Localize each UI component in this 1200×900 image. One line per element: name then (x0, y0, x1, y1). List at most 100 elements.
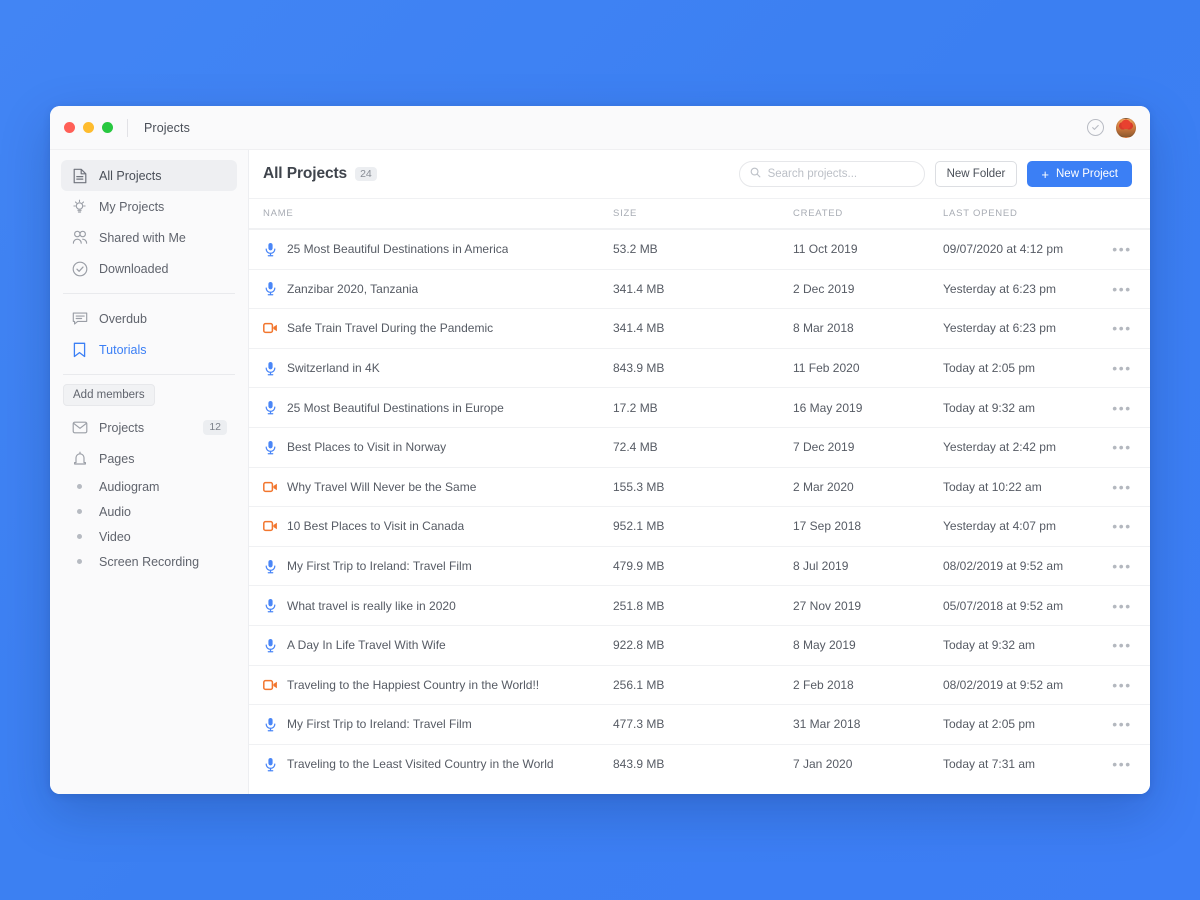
plus-icon: + (1041, 166, 1049, 182)
page-title: All Projects (263, 165, 348, 182)
sidebar-item-all-projects[interactable]: All Projects (61, 160, 237, 191)
table-row[interactable]: Why Travel Will Never be the Same 155.3 M… (249, 466, 1150, 507)
column-header-size[interactable]: SIZE (613, 208, 793, 219)
more-icon: ••• (1112, 676, 1132, 693)
close-button[interactable] (64, 122, 75, 133)
sidebar-item-label: Screen Recording (99, 554, 200, 569)
sidebar-item-screen-recording[interactable]: Screen Recording (61, 549, 237, 574)
row-menu-button[interactable]: ••• (1102, 638, 1142, 652)
search-input[interactable] (767, 168, 914, 180)
avatar[interactable] (1116, 117, 1136, 138)
titlebar-actions (1087, 117, 1136, 138)
add-members-button[interactable]: Add members (63, 384, 155, 406)
sidebar-tertiary-nav: Projects 12 Pages Audiogram Audio Video … (50, 412, 248, 574)
sidebar-item-video[interactable]: Video (61, 524, 237, 549)
row-menu-button[interactable]: ••• (1102, 361, 1142, 375)
microphone-icon (263, 440, 278, 455)
more-icon: ••• (1112, 558, 1132, 575)
column-header-name[interactable]: NAME (263, 208, 613, 219)
sidebar-item-downloaded[interactable]: Downloaded (61, 253, 237, 284)
video-icon (263, 322, 278, 334)
sidebar-item-audio[interactable]: Audio (61, 499, 237, 524)
cell-last-opened: Today at 2:05 pm (943, 361, 1036, 376)
project-count-badge: 24 (355, 166, 377, 182)
window-controls[interactable] (64, 122, 113, 133)
row-menu-button[interactable]: ••• (1102, 242, 1142, 256)
bell-icon (71, 450, 88, 467)
maximize-button[interactable] (102, 122, 113, 133)
row-menu-button[interactable]: ••• (1102, 519, 1142, 533)
bullet-icon (71, 509, 88, 514)
sidebar-item-overdub[interactable]: Overdub (61, 303, 237, 334)
more-icon: ••• (1112, 518, 1132, 535)
table-row[interactable]: Safe Train Travel During the Pandemic 341… (249, 308, 1150, 348)
cell-created: 8 Mar 2018 (793, 321, 854, 336)
more-icon: ••• (1112, 399, 1132, 416)
sidebar: All Projects My Projects Shared with Me (50, 150, 249, 794)
table-row[interactable]: Switzerland in 4K 843.9 MB 11 Feb 2020 Toda… (249, 347, 1150, 388)
row-menu-button[interactable]: ••• (1102, 480, 1142, 494)
row-menu-button[interactable]: ••• (1102, 717, 1142, 731)
sidebar-item-audiogram[interactable]: Audiogram (61, 474, 237, 499)
microphone-icon (263, 598, 278, 613)
search-box[interactable] (738, 161, 925, 187)
row-menu-button[interactable]: ••• (1102, 321, 1142, 335)
table-row[interactable]: 25 Most Beautiful Destinations in Americ… (249, 229, 1150, 269)
sidebar-item-pages[interactable]: Pages (61, 443, 237, 474)
microphone-icon (263, 361, 278, 376)
project-name: Zanzibar 2020, Tanzania (287, 281, 419, 296)
check-circle-icon[interactable] (1087, 119, 1104, 136)
column-header-created[interactable]: CREATED (793, 208, 943, 219)
table-row[interactable]: A Day In Life Travel With Wife 922.8 MB 8 … (249, 624, 1150, 665)
bullet-icon (71, 534, 88, 539)
cell-last-opened: Today at 10:22 am (943, 479, 1042, 494)
row-menu-button[interactable]: ••• (1102, 401, 1142, 415)
cell-name: 25 Most Beautiful Destinations in Europe (263, 400, 613, 415)
more-icon: ••• (1112, 716, 1132, 733)
project-name: A Day In Life Travel With Wife (287, 638, 446, 653)
cell-created: 27 Nov 2019 (793, 598, 862, 613)
cell-size: 922.8 MB (613, 638, 665, 653)
table-row[interactable]: 10 Best Places to Visit in Canada 952.1 M… (249, 506, 1150, 546)
table-row[interactable]: Best Places to Visit in Norway 72.4 MB 7 D… (249, 426, 1150, 467)
row-menu-button[interactable]: ••• (1102, 440, 1142, 454)
table-row[interactable]: 25 Most Beautiful Destinations in Europe… (249, 387, 1150, 427)
window-titlebar: Projects (50, 106, 1150, 150)
cell-size: 155.3 MB (613, 479, 665, 494)
new-project-button[interactable]: + New Project (1027, 161, 1132, 187)
sidebar-item-projects[interactable]: Projects 12 (61, 412, 237, 443)
table-row[interactable]: Traveling to the Least Visited Country i… (249, 743, 1150, 784)
sidebar-badge-projects: 12 (203, 420, 227, 435)
row-menu-button[interactable]: ••• (1102, 757, 1142, 771)
row-menu-button[interactable]: ••• (1102, 599, 1142, 613)
cell-created: 31 Mar 2018 (793, 717, 861, 732)
window-body: All Projects My Projects Shared with Me (50, 150, 1150, 794)
cell-last-opened: 08/02/2019 at 9:52 am (943, 559, 1064, 574)
cell-created: 2 Dec 2019 (793, 281, 855, 296)
sidebar-item-shared-with-me[interactable]: Shared with Me (61, 222, 237, 253)
video-icon (263, 679, 278, 691)
sidebar-item-tutorials[interactable]: Tutorials (61, 334, 237, 365)
cell-last-opened: Yesterday at 2:42 pm (943, 440, 1056, 455)
new-folder-button[interactable]: New Folder (934, 161, 1018, 187)
more-icon: ••• (1112, 439, 1132, 456)
table-row[interactable]: My First Trip to Ireland: Travel Film 477… (249, 704, 1150, 744)
cell-created: 17 Sep 2018 (793, 519, 862, 534)
table-row[interactable]: What travel is really like in 2020 251.8 … (249, 585, 1150, 625)
cell-last-opened: 08/02/2019 at 9:52 am (943, 677, 1064, 692)
table-row[interactable]: My First Trip to Ireland: Travel Film 479… (249, 545, 1150, 586)
microphone-icon (263, 757, 278, 772)
cell-name: Traveling to the Happiest Country in the… (263, 678, 613, 692)
more-icon: ••• (1112, 280, 1132, 297)
cell-last-opened: Yesterday at 4:07 pm (943, 519, 1056, 534)
project-name: 10 Best Places to Visit in Canada (287, 519, 465, 534)
table-row[interactable]: Traveling to the Happiest Country in the… (249, 664, 1150, 705)
sidebar-item-my-projects[interactable]: My Projects (61, 191, 237, 222)
minimize-button[interactable] (83, 122, 94, 133)
column-header-last-opened[interactable]: LAST OPENED (943, 208, 1102, 219)
row-menu-button[interactable]: ••• (1102, 559, 1142, 573)
row-menu-button[interactable]: ••• (1102, 282, 1142, 296)
row-menu-button[interactable]: ••• (1102, 678, 1142, 692)
cell-created: 8 May 2019 (793, 638, 856, 653)
table-row[interactable]: Zanzibar 2020, Tanzania 341.4 MB 2 Dec 201… (249, 268, 1150, 309)
